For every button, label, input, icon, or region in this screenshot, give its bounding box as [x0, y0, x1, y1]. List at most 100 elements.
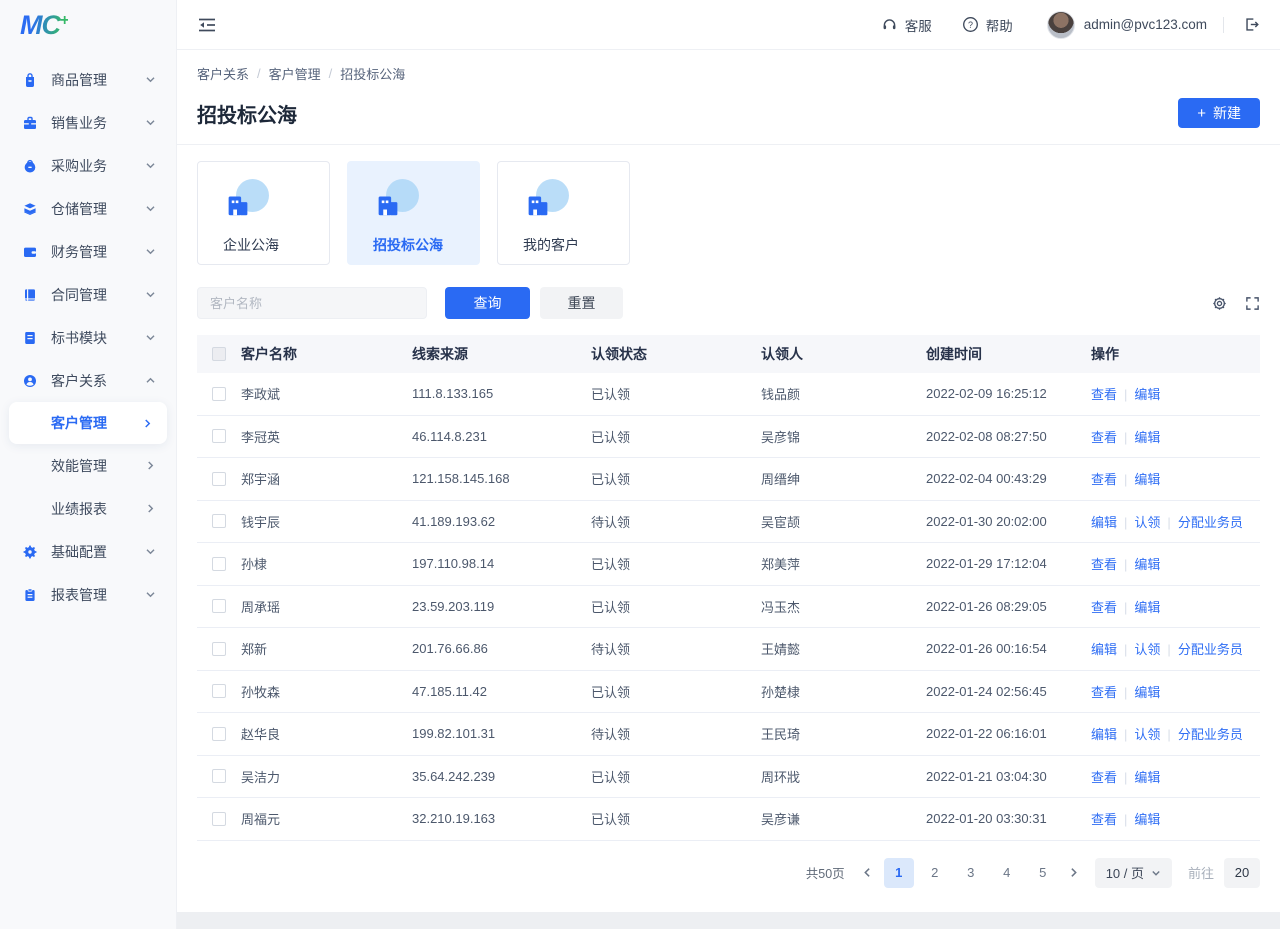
action-link-1[interactable]: 编辑 [1134, 387, 1160, 402]
sidebar-item-label: 采购业务 [51, 157, 107, 174]
sidebar-collapse-icon[interactable] [197, 16, 217, 34]
user-menu[interactable]: admin@pvc123.com [1046, 10, 1207, 39]
action-link-1[interactable]: 编辑 [1134, 557, 1160, 572]
sidebar-item-0[interactable]: 商品管理 [0, 58, 176, 101]
settings-gear-icon[interactable] [1211, 295, 1228, 312]
row-checkbox[interactable] [212, 726, 226, 741]
action-separator: | [1124, 642, 1128, 658]
brand-logo[interactable]: MC+ [20, 10, 68, 41]
action-link-0[interactable]: 查看 [1091, 812, 1117, 827]
cell-actions: 查看 | 编辑 [1091, 427, 1260, 446]
cell-customer-name: 周承瑶 [241, 599, 281, 615]
action-link-0[interactable]: 查看 [1091, 557, 1117, 572]
page-button-1[interactable]: 1 [883, 857, 914, 888]
action-link-2[interactable]: 分配业务员 [1178, 727, 1243, 742]
sidebar-item-2[interactable]: 采购业务 [0, 144, 176, 187]
action-separator: | [1124, 514, 1128, 530]
sidebar-subitem-label: 业绩报表 [51, 500, 107, 517]
pool-card-1[interactable]: 招投标公海 [347, 161, 480, 265]
search-button[interactable]: 查询 [445, 287, 530, 319]
action-link-1[interactable]: 编辑 [1134, 600, 1160, 615]
next-page-icon[interactable] [1061, 858, 1087, 888]
cell-created-time: 2022-01-20 03:30:31 [926, 811, 1047, 827]
action-link-1[interactable]: 认领 [1134, 642, 1160, 657]
action-link-0[interactable]: 查看 [1091, 430, 1117, 445]
action-link-1[interactable]: 编辑 [1134, 430, 1160, 445]
page-size-select[interactable]: 10 / 页 [1094, 857, 1172, 888]
sidebar-item-7[interactable]: 客户关系 [0, 359, 176, 402]
action-link-0[interactable]: 查看 [1091, 472, 1117, 487]
fullscreen-icon[interactable] [1245, 296, 1260, 311]
action-link-1[interactable]: 编辑 [1134, 812, 1160, 827]
pool-card-0[interactable]: 企业公海 [197, 161, 330, 265]
pool-card-2[interactable]: 我的客户 [497, 161, 630, 265]
action-link-0[interactable]: 查看 [1091, 685, 1117, 700]
row-checkbox[interactable] [212, 556, 226, 571]
app-root: MC+ 商品管理 销售业务 采购业务 仓储管理 财务管理 合同管理 标书模块 客… [0, 0, 1280, 929]
sidebar-item-9[interactable]: 报表管理 [0, 573, 176, 616]
breadcrumb-item-0[interactable]: 客户关系 [197, 64, 249, 83]
sidebar-subitem-7-0[interactable]: 客户管理 [9, 402, 167, 444]
row-checkbox[interactable] [212, 514, 226, 529]
action-link-0[interactable]: 查看 [1091, 600, 1117, 615]
row-checkbox[interactable] [212, 684, 226, 699]
pool-card-label: 我的客户 [523, 237, 579, 253]
page-button-3[interactable]: 3 [956, 858, 986, 888]
action-link-2[interactable]: 分配业务员 [1178, 515, 1243, 530]
page-button-5[interactable]: 5 [1028, 858, 1058, 888]
action-link-0[interactable]: 查看 [1091, 770, 1117, 785]
sidebar-item-3[interactable]: 仓储管理 [0, 187, 176, 230]
customer-service-button[interactable]: 客服 [881, 15, 932, 35]
sidebar-item-5[interactable]: 合同管理 [0, 273, 176, 316]
logout-icon[interactable] [1242, 16, 1260, 33]
sidebar-item-1[interactable]: 销售业务 [0, 101, 176, 144]
row-checkbox[interactable] [212, 386, 226, 401]
action-link-0[interactable]: 编辑 [1091, 515, 1117, 530]
row-checkbox[interactable] [212, 641, 226, 656]
cell-actions: 查看 | 编辑 [1091, 554, 1260, 573]
cell-claimer: 吴彦谦 [761, 812, 801, 828]
customer-name-input[interactable] [197, 287, 427, 319]
cell-created-time: 2022-01-22 06:16:01 [926, 726, 1047, 742]
action-link-2[interactable]: 分配业务员 [1178, 642, 1243, 657]
help-icon: ? [962, 17, 978, 32]
action-link-0[interactable]: 编辑 [1091, 727, 1117, 742]
row-checkbox[interactable] [212, 769, 226, 784]
breadcrumb-item-1[interactable]: 客户管理 [269, 64, 321, 83]
cell-created-time: 2022-02-04 00:43:29 [926, 471, 1047, 487]
action-link-0[interactable]: 编辑 [1091, 642, 1117, 657]
sidebar-item-8[interactable]: 基础配置 [0, 530, 176, 573]
sidebar-subitem-7-1[interactable]: 效能管理 [0, 444, 176, 487]
cell-lead-source: 23.59.203.119 [412, 598, 495, 614]
row-checkbox[interactable] [212, 599, 226, 614]
action-link-1[interactable]: 认领 [1134, 727, 1160, 742]
cell-claimer: 王婧懿 [761, 642, 801, 658]
prev-page-icon[interactable] [855, 858, 881, 888]
page-button-4[interactable]: 4 [992, 858, 1022, 888]
goto-page-input[interactable]: 20 [1224, 857, 1260, 888]
row-checkbox[interactable] [212, 811, 226, 826]
sidebar-item-4[interactable]: 财务管理 [0, 230, 176, 273]
topbar-right: 客服 ? 帮助 admin@pvc123.com [881, 10, 1260, 39]
table-row: 郑新 201.76.66.86 待认领 王婧懿 2022-01-26 00:16… [197, 628, 1260, 671]
filter-row: 查询 重置 [197, 287, 1260, 319]
action-link-1[interactable]: 编辑 [1134, 685, 1160, 700]
table-row: 吴洁力 35.64.242.239 已认领 周环戕 2022-01-21 03:… [197, 756, 1260, 798]
cell-claim-status: 已认领 [591, 812, 631, 828]
cell-created-time: 2022-01-29 17:12:04 [926, 556, 1047, 572]
row-checkbox[interactable] [212, 471, 226, 486]
create-button[interactable]: + 新建 [1178, 98, 1260, 128]
action-link-1[interactable]: 编辑 [1134, 472, 1160, 487]
action-link-1[interactable]: 编辑 [1134, 770, 1160, 785]
warehouse-icon [22, 201, 38, 217]
row-checkbox[interactable] [212, 429, 226, 444]
select-all-checkbox[interactable] [212, 347, 226, 361]
help-button[interactable]: ? 帮助 [962, 15, 1013, 35]
action-link-0[interactable]: 查看 [1091, 387, 1117, 402]
action-link-1[interactable]: 认领 [1134, 515, 1160, 530]
sidebar-item-6[interactable]: 标书模块 [0, 316, 176, 359]
sidebar-subitem-7-2[interactable]: 业绩报表 [0, 487, 176, 530]
page-button-2[interactable]: 2 [920, 858, 950, 888]
reset-button[interactable]: 重置 [540, 287, 623, 319]
config-icon [22, 544, 38, 560]
